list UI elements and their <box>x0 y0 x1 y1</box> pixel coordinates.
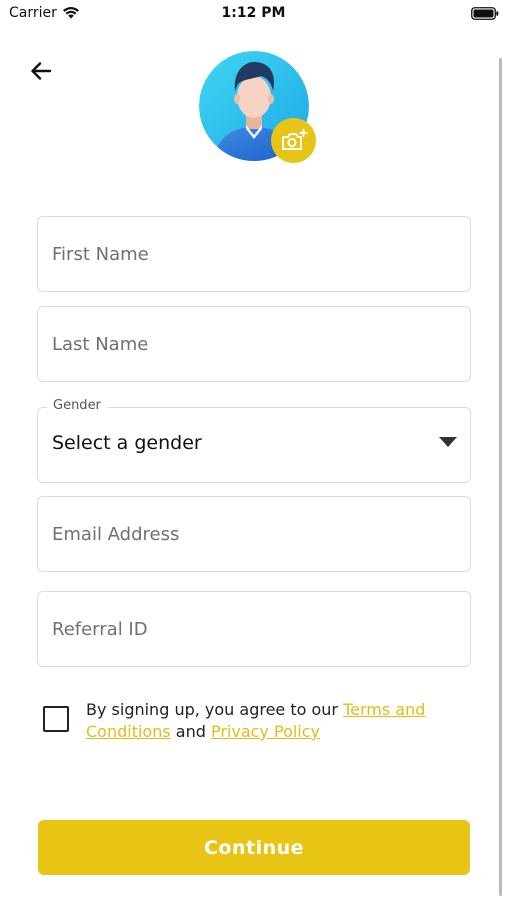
first-name-input[interactable] <box>52 217 452 291</box>
battery-icon <box>471 7 499 20</box>
terms-agreement-text: By signing up, you agree to our Terms an… <box>86 699 466 743</box>
email-field[interactable] <box>37 496 471 572</box>
last-name-input[interactable] <box>52 307 452 381</box>
agreement-prefix: By signing up, you agree to our <box>86 700 344 719</box>
last-name-field[interactable] <box>37 306 471 382</box>
caret-down-icon <box>439 437 457 447</box>
first-name-field[interactable] <box>37 216 471 292</box>
arrow-left-icon <box>31 62 52 80</box>
email-input[interactable] <box>52 497 452 571</box>
back-button[interactable] <box>26 57 56 85</box>
camera-plus-icon <box>281 128 307 150</box>
change-photo-button[interactable] <box>271 118 316 163</box>
gender-label: Gender <box>47 398 107 413</box>
agreement-connector: and <box>170 722 211 741</box>
privacy-policy-link[interactable]: Privacy Policy <box>211 722 320 741</box>
gender-select[interactable]: Gender Select a gender <box>37 398 471 483</box>
terms-checkbox[interactable] <box>43 706 69 732</box>
referral-id-field[interactable] <box>37 591 471 667</box>
continue-button[interactable]: Continue <box>38 820 470 875</box>
gender-selected-value: Select a gender <box>52 432 202 454</box>
referral-id-input[interactable] <box>52 592 452 666</box>
clock: 1:12 PM <box>221 5 286 21</box>
scroll-indicator[interactable] <box>499 58 502 896</box>
status-bar: Carrier 1:12 PM <box>0 0 507 28</box>
